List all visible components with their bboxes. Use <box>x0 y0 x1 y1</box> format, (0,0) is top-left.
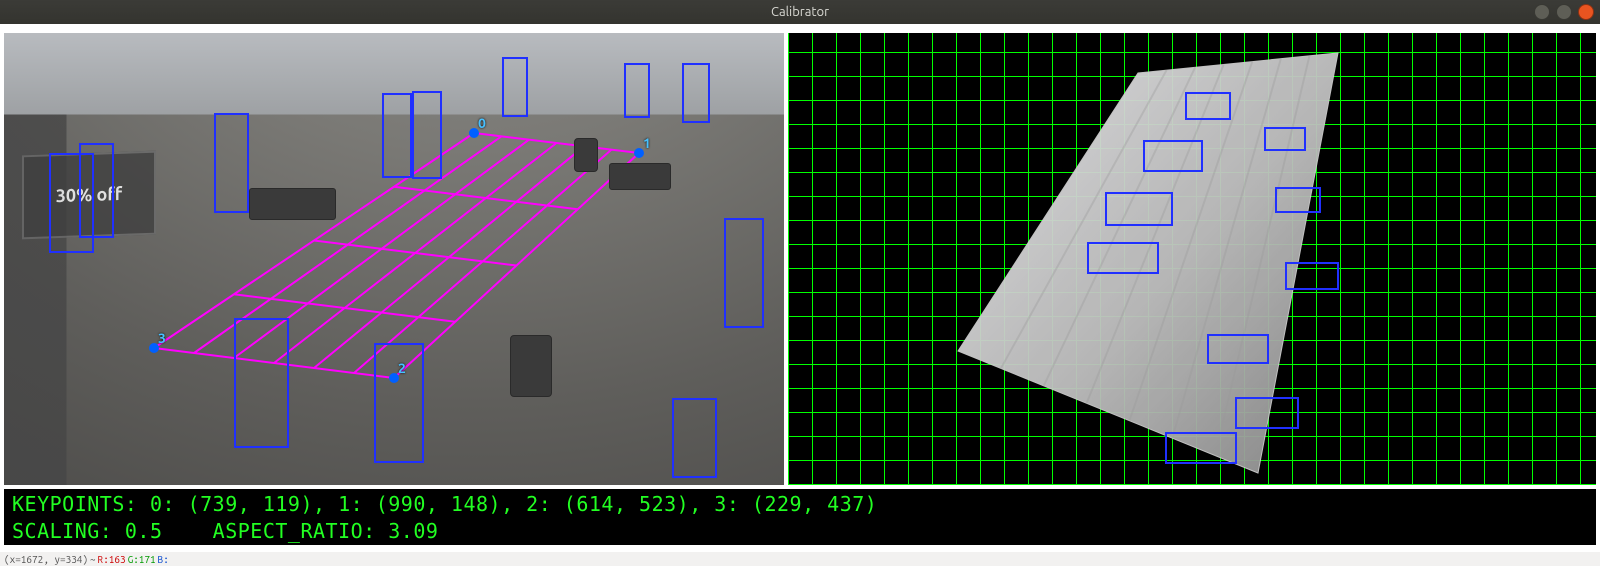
detection-box <box>724 218 764 328</box>
bin <box>510 335 552 397</box>
status-r: R:163 <box>98 554 126 565</box>
bin <box>574 138 598 172</box>
detection-box <box>79 143 114 238</box>
window-minimize-button[interactable] <box>1534 4 1550 20</box>
bench <box>609 163 671 190</box>
camera-view-pane[interactable]: 30% off 0123 <box>4 33 784 485</box>
detection-box <box>234 318 289 448</box>
window-maximize-button[interactable] <box>1556 4 1572 20</box>
ground-grid <box>788 33 1596 485</box>
detection-box <box>502 57 528 117</box>
detection-box <box>682 63 710 123</box>
status-coords: (x=1672, y=334) <box>4 554 88 565</box>
detection-box <box>382 93 412 178</box>
info-line-keypoints: KEYPOINTS: 0: (739, 119), 1: (990, 148),… <box>12 492 877 516</box>
detection-box <box>412 91 442 179</box>
status-g: G:171 <box>128 554 156 565</box>
window-titlebar: Calibrator <box>0 0 1600 24</box>
window-controls <box>1534 4 1594 20</box>
content-area: 30% off 0123 <box>0 24 1600 566</box>
status-b: B: <box>158 554 169 565</box>
info-line-scale: SCALING: 0.5 ASPECT_RATIO: 3.09 <box>12 519 438 543</box>
topdown-view-pane[interactable] <box>788 33 1596 485</box>
detection-box <box>624 63 650 118</box>
detection-box <box>214 113 249 213</box>
info-panel: KEYPOINTS: 0: (739, 119), 1: (990, 148),… <box>4 489 1596 545</box>
status-bar: (x=1672, y=334) ~ R:163 G:171 B: <box>0 552 1600 566</box>
detection-box <box>374 343 424 463</box>
bench <box>249 188 336 220</box>
pane-row: 30% off 0123 <box>4 33 1596 485</box>
window-title: Calibrator <box>771 5 829 19</box>
detection-box <box>672 398 717 478</box>
status-sep: ~ <box>90 554 96 565</box>
window-close-button[interactable] <box>1578 4 1594 20</box>
